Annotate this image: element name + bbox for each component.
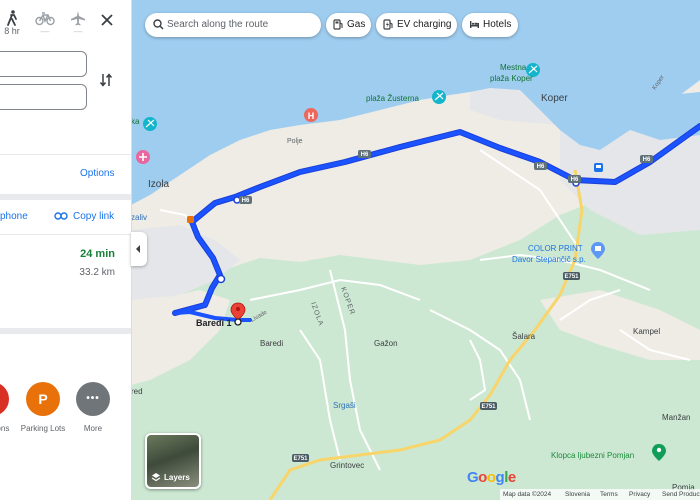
fuel-station-icon[interactable] [187, 216, 194, 223]
poi-label-mestna: plaža Koper [490, 74, 533, 83]
place-label-koper: Koper [541, 93, 568, 104]
parking-lots-button[interactable]: P [26, 382, 60, 416]
nearby-attractions-button[interactable] [0, 382, 9, 416]
privacy-link[interactable]: Privacy [629, 489, 650, 500]
send-to-phone-link[interactable]: phone [0, 211, 28, 222]
panel-divider [0, 154, 131, 155]
chip-gas-label: Gas [347, 19, 366, 30]
map-canvas[interactable]: H H6 H6 H6 H6 H6 E751 E751 E751 Koper Me… [131, 0, 700, 500]
mode-cycling-time: — [40, 26, 50, 36]
mode-flight[interactable]: — [66, 10, 90, 36]
bicycle-icon [35, 12, 55, 26]
swap-arrows-icon[interactable] [99, 72, 113, 88]
road-label-h6: H6 [643, 157, 651, 163]
search-placeholder: Search along the route [167, 19, 269, 30]
road-label-e751: E751 [293, 456, 308, 462]
road-label-h6: H6 [361, 152, 369, 158]
poi-label-mestna: Mestna [500, 63, 527, 72]
place-label-partial: red [131, 387, 143, 396]
close-icon[interactable] [99, 12, 115, 28]
road-label-h6: H6 [571, 177, 579, 183]
route-waypoint [216, 274, 226, 284]
poi-label-color-print: Davor Stepančič s.p. [512, 255, 586, 264]
svg-text:H: H [308, 111, 315, 121]
chevron-left-icon [136, 245, 140, 253]
road-label-h6: H6 [537, 164, 545, 170]
mode-walking[interactable]: 8 hr [0, 10, 24, 36]
place-label-baredi: Baredi [260, 339, 283, 348]
beach-icon[interactable] [143, 117, 157, 131]
destination-label: Baredi 1 [196, 318, 232, 328]
more-button[interactable]: ••• [76, 382, 110, 416]
gas-pump-icon [333, 19, 343, 30]
section-separator [0, 194, 131, 200]
poi-label-klopca: Klopca ljubezni Pomjan [551, 451, 634, 460]
mode-flight-time: — [73, 26, 83, 36]
origin-input[interactable] [0, 51, 87, 77]
map-footer: Map data ©2024 Slovenia Terms Privacy Se… [500, 489, 700, 500]
layers-icon [151, 473, 161, 482]
transit-icon[interactable] [594, 163, 603, 172]
map-svg: H H6 H6 H6 H6 H6 E751 E751 E751 Koper Me… [131, 0, 700, 500]
collapse-panel-button[interactable] [131, 232, 147, 266]
layers-button[interactable]: Layers [145, 433, 201, 489]
more-label: More [83, 424, 103, 433]
mode-walking-time: 8 hr [4, 26, 20, 36]
place-label-salara: Šalara [512, 332, 536, 341]
hospital-icon[interactable]: H [304, 108, 318, 122]
route-duration[interactable]: 24 min [80, 248, 115, 260]
search-icon [153, 19, 164, 30]
road-label-e751: E751 [481, 404, 496, 410]
beach-icon[interactable] [432, 90, 446, 104]
mode-cycling[interactable]: — [33, 10, 57, 36]
directions-panel: 8 hr — — Options phone Copy link 24 min … [0, 0, 132, 500]
chip-ev-charging[interactable]: EV charging [376, 13, 457, 37]
section-separator [0, 328, 131, 334]
layers-label: Layers [164, 473, 190, 482]
water-label-zaliv: zaliv [131, 213, 147, 222]
country-label[interactable]: Slovenia [565, 489, 590, 500]
poi-label-ka: ka [131, 117, 140, 126]
terms-link[interactable]: Terms [600, 489, 618, 500]
airplane-icon [71, 11, 85, 26]
chip-hotels-label: Hotels [483, 19, 512, 30]
google-logo: Google [467, 469, 516, 486]
ev-charging-icon [383, 19, 393, 30]
road-label-e751: E751 [564, 274, 579, 280]
send-feedback-link[interactable]: Send Product [662, 489, 700, 500]
road-label-h6: H6 [242, 198, 250, 204]
chip-ev-label: EV charging [397, 19, 452, 30]
destination-input[interactable] [0, 84, 87, 110]
map-data-attribution: Map data ©2024 [503, 491, 552, 498]
chip-hotels[interactable]: Hotels [462, 13, 518, 37]
medical-icon[interactable] [136, 150, 150, 164]
place-label-gazon: Gažon [374, 339, 398, 348]
place-label-polje: Polje [287, 138, 303, 145]
hotel-icon [470, 21, 479, 28]
place-label-manzan: Manžan [662, 413, 690, 422]
walking-icon [7, 10, 17, 26]
place-label-izola: Izola [148, 179, 170, 190]
copy-link-button[interactable]: Copy link [73, 211, 114, 222]
poi-label-zusterna: plaža Žusterna [366, 94, 419, 103]
place-label-kampel: Kampel [633, 327, 660, 336]
options-link[interactable]: Options [80, 168, 114, 179]
search-along-route[interactable]: Search along the route [145, 13, 321, 37]
place-label-grintovec: Grintovec [330, 461, 364, 470]
place-label-srgasi: Srgaši [333, 401, 356, 410]
panel-divider [0, 234, 131, 235]
chip-gas[interactable]: Gas [326, 13, 371, 37]
poi-label-color-print: COLOR PRINT [528, 244, 583, 253]
link-icon[interactable] [54, 211, 68, 221]
route-distance: 33.2 km [79, 267, 115, 278]
